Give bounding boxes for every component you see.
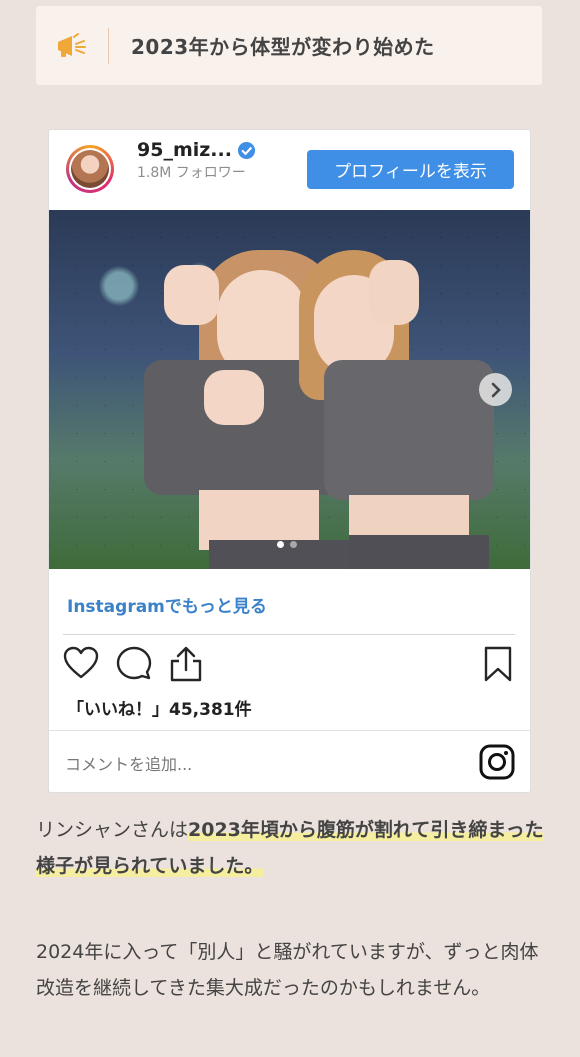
share-icon[interactable] [169,646,203,682]
heading-title: 2023年から体型が変わり始めた [131,35,435,59]
section-heading: 2023年から体型が変わり始めた [36,6,542,85]
carousel-next-button[interactable] [479,373,512,406]
username[interactable]: 95_miz... [137,139,232,161]
comment-input[interactable]: コメントを追加... [65,751,192,775]
view-more-on-instagram-link[interactable]: Instagramでもっと見る [67,592,267,617]
instagram-embed: 95_miz... 1.8M フォロワー プロフィールを表示 Instagram… [48,129,531,793]
avatar[interactable] [66,145,114,193]
bookmark-icon[interactable] [483,646,513,682]
carousel-dots [277,541,297,548]
heart-icon[interactable] [63,646,99,680]
carousel-dot [290,541,297,548]
hand-gesture [204,370,264,425]
hand-gesture [369,260,419,325]
person-right-pants [349,535,489,569]
hand-gesture [164,265,219,325]
article-paragraph: 2024年に入って「別人」と騒がれていますが、ずっと肉体改造を継続してきた集大成… [36,934,546,1006]
view-profile-button[interactable]: プロフィールを表示 [307,150,514,189]
post-actions [63,646,515,686]
article-paragraph: リンシャンさんは2023年頃から腹筋が割れて引き締まった様子が見られていました。 [36,812,546,884]
person-right-shirt [324,360,494,500]
post-photo[interactable] [49,210,530,569]
divider [49,730,530,731]
embed-header: 95_miz... 1.8M フォロワー プロフィールを表示 [49,130,530,210]
heading-divider [108,27,109,64]
verified-badge-icon [237,141,256,160]
megaphone-icon [36,31,108,61]
likes-count: 「いいね！」45,381件 [67,700,252,720]
divider [63,634,515,635]
chevron-right-icon [491,382,501,397]
paragraph-text: リンシャンさんは [36,819,189,841]
comment-icon[interactable] [116,646,152,680]
carousel-dot [277,541,284,548]
instagram-logo-icon[interactable] [479,744,515,780]
paragraph-text: 2024年に入って「別人」と騒がれていますが、ずっと肉体改造を継続してきた集大成… [36,941,539,999]
follower-count: 1.8M フォロワー [137,165,246,181]
